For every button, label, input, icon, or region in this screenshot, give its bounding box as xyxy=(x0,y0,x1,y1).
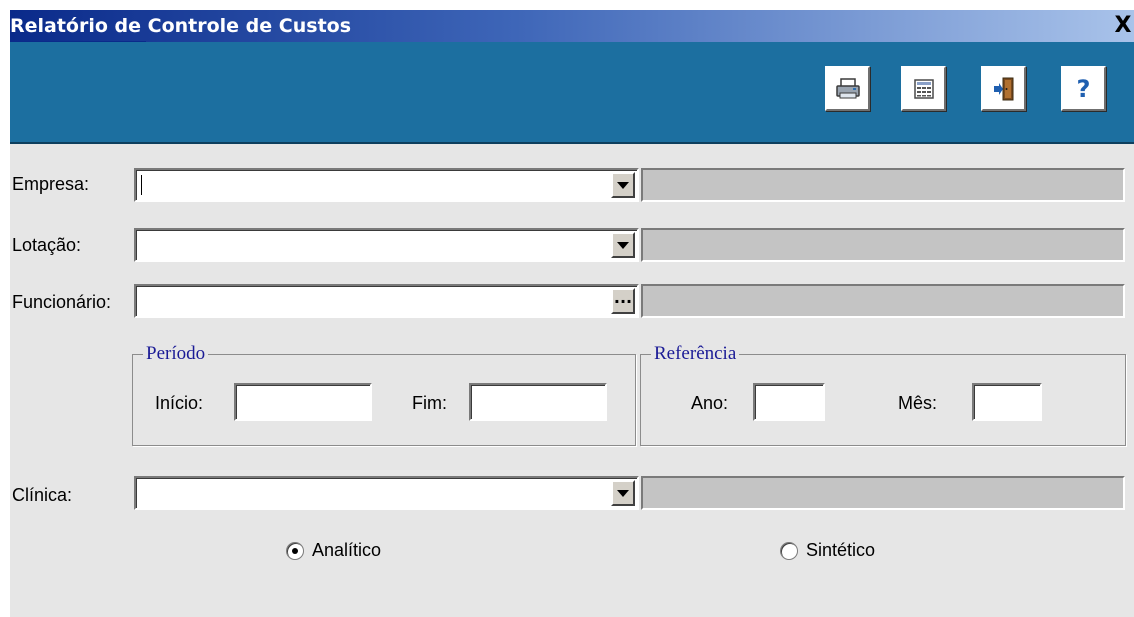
referencia-group: Referência Ano: Mês: xyxy=(640,343,1126,446)
ano-label: Ano: xyxy=(691,393,729,413)
help-button[interactable]: ? xyxy=(1061,66,1106,111)
periodo-group: Período Início: Fim: xyxy=(132,343,636,446)
lotacao-description xyxy=(641,228,1125,262)
radio-sintetico-label: Sintético xyxy=(806,540,876,560)
funcionario-field[interactable]: ... xyxy=(134,284,639,318)
calculator-icon xyxy=(913,78,934,99)
radio-analitico-button[interactable] xyxy=(286,542,304,560)
mes-input[interactable] xyxy=(972,383,1042,421)
funcionario-description xyxy=(641,284,1125,318)
periodo-legend: Período xyxy=(143,343,209,365)
window-title: Relatório de Controle de Custos xyxy=(10,15,352,37)
clinica-label: Clínica: xyxy=(12,485,73,505)
empresa-description xyxy=(641,168,1125,202)
report-window: Relatório de Controle de Custos X ? Empr… xyxy=(0,0,1134,617)
clinica-combo[interactable] xyxy=(134,476,639,510)
lotacao-label: Lotação: xyxy=(12,235,82,255)
chevron-down-icon xyxy=(617,181,629,189)
printer-icon xyxy=(835,77,860,98)
toolbar: ? xyxy=(10,42,1134,144)
close-button[interactable]: X xyxy=(1112,12,1134,40)
fim-label: Fim: xyxy=(412,393,447,413)
clinica-description xyxy=(641,476,1125,510)
lotacao-dropdown-button[interactable] xyxy=(611,232,635,258)
funcionario-label: Funcionário: xyxy=(12,292,112,312)
radio-analitico-label: Analítico xyxy=(312,540,382,560)
radio-analitico[interactable]: Analítico xyxy=(286,540,416,564)
exit-button[interactable] xyxy=(981,66,1026,111)
empresa-dropdown-button[interactable] xyxy=(611,172,635,198)
exit-door-icon xyxy=(993,77,1013,100)
referencia-legend: Referência xyxy=(651,343,740,365)
inicio-label: Início: xyxy=(155,393,204,413)
fim-input[interactable] xyxy=(469,383,607,421)
filter-form: Empresa: Lotação: Funcionário: ... Perío… xyxy=(10,144,1134,617)
ano-input[interactable] xyxy=(753,383,825,421)
radio-selected-dot xyxy=(292,548,298,554)
help-question-icon: ? xyxy=(1076,74,1091,103)
text-caret xyxy=(141,175,142,195)
print-button[interactable] xyxy=(825,66,870,111)
empresa-label: Empresa: xyxy=(12,174,90,194)
calculator-button[interactable] xyxy=(901,66,946,111)
title-bar: Relatório de Controle de Custos X xyxy=(10,10,1134,42)
lotacao-combo[interactable] xyxy=(134,228,639,262)
mes-label: Mês: xyxy=(898,393,938,413)
chevron-down-icon xyxy=(617,241,629,249)
funcionario-browse-button[interactable]: ... xyxy=(611,288,635,314)
chevron-down-icon xyxy=(617,489,629,497)
empresa-combo[interactable] xyxy=(134,168,639,202)
radio-sintetico[interactable]: Sintético xyxy=(780,540,910,564)
inicio-input[interactable] xyxy=(234,383,372,421)
radio-sintetico-button[interactable] xyxy=(780,542,798,560)
clinica-dropdown-button[interactable] xyxy=(611,480,635,506)
